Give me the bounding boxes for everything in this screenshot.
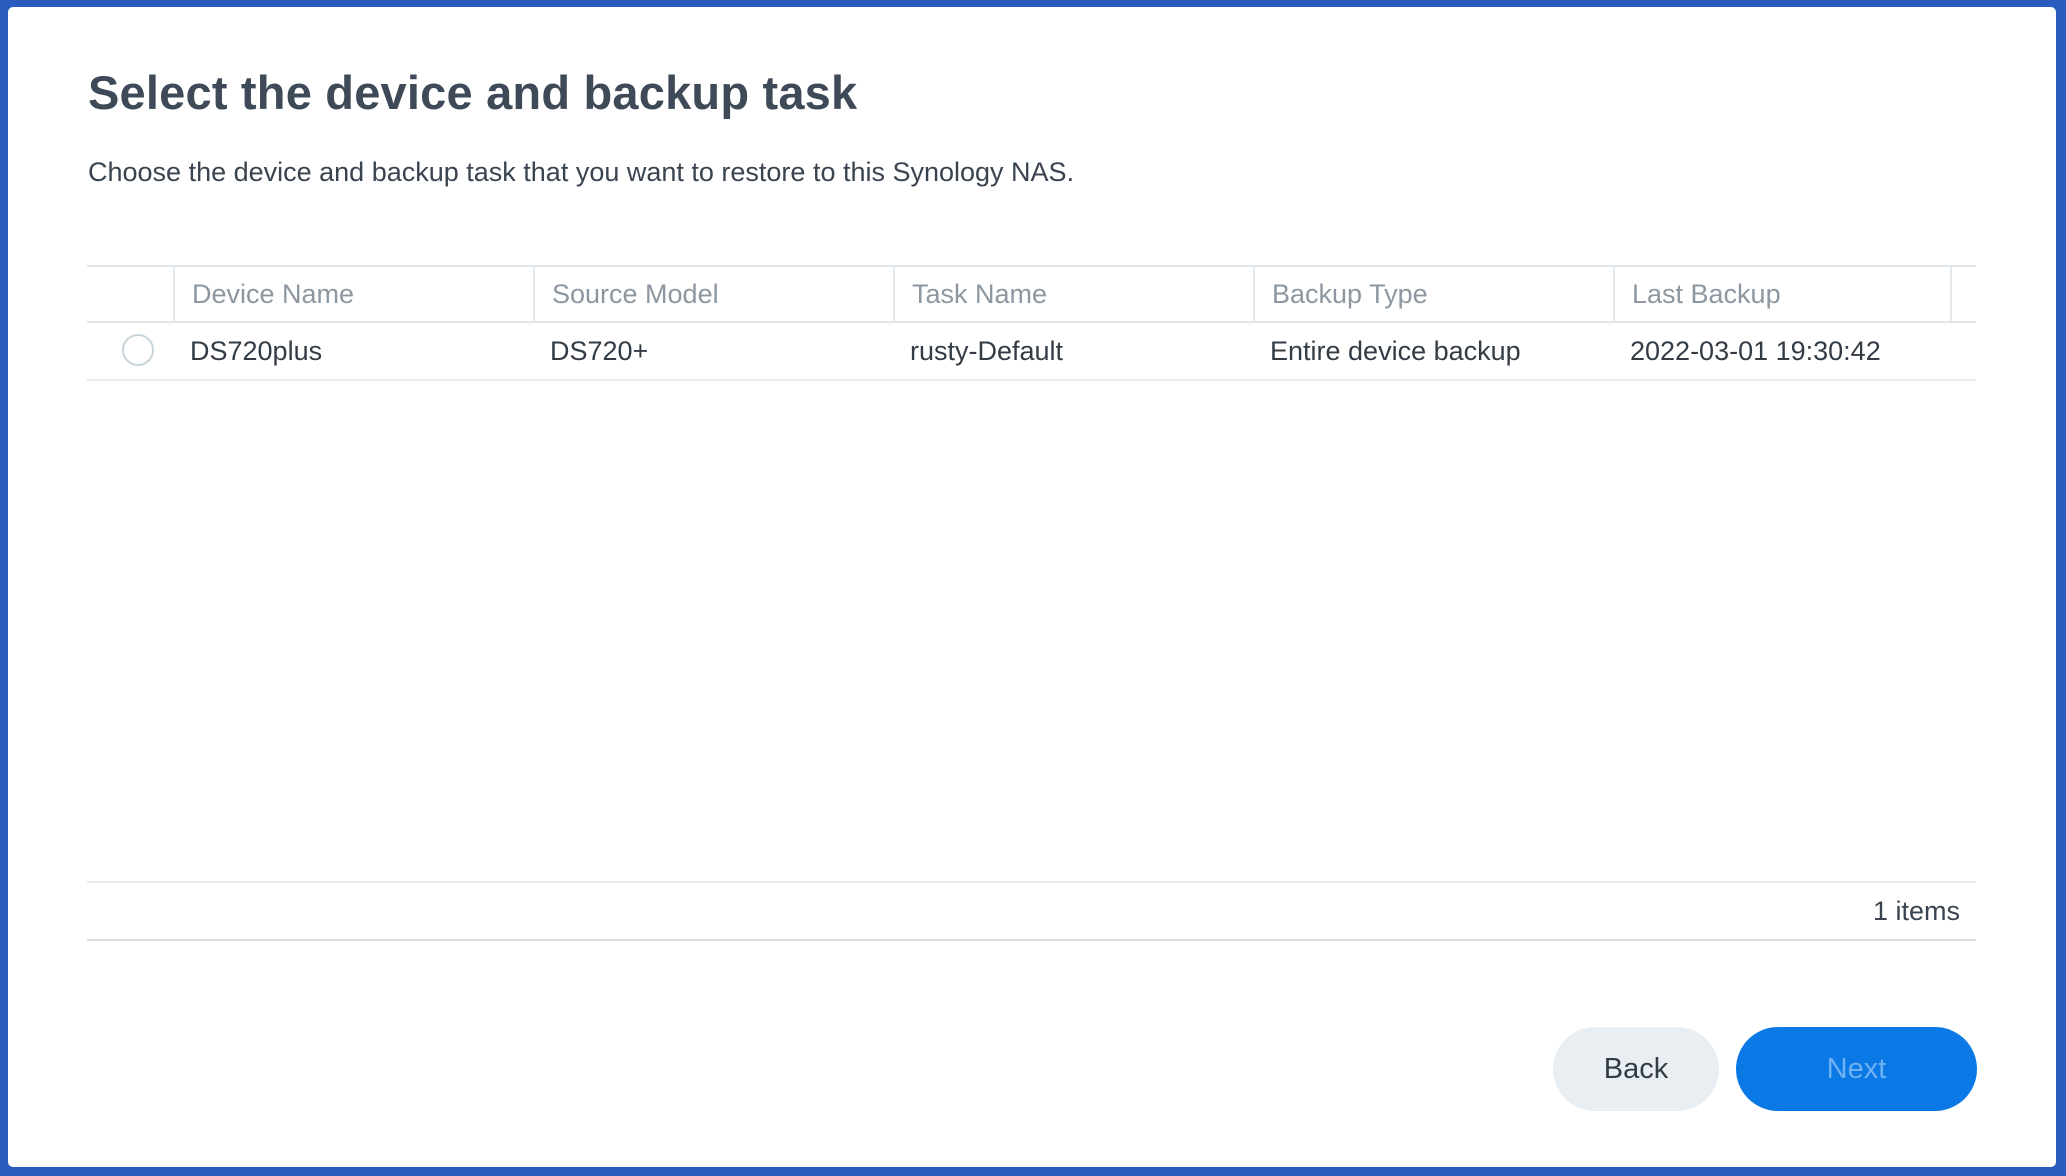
column-header-device-name[interactable]: Device Name bbox=[173, 267, 533, 321]
table-header: Device Name Source Model Task Name Backu… bbox=[87, 265, 1976, 323]
cell-device-name: DS720plus bbox=[190, 336, 323, 366]
backup-task-table: Device Name Source Model Task Name Backu… bbox=[87, 265, 1976, 941]
column-header-last-backup[interactable]: Last Backup bbox=[1613, 267, 1941, 321]
cell-task-name: rusty-Default bbox=[910, 336, 1064, 366]
restore-wizard-dialog: Select the device and backup task Choose… bbox=[8, 7, 2056, 1167]
row-select-radio[interactable] bbox=[122, 334, 154, 366]
column-divider bbox=[1950, 267, 1952, 321]
column-header-task-name[interactable]: Task Name bbox=[893, 267, 1253, 321]
page-subtitle: Choose the device and backup task that y… bbox=[88, 157, 1075, 187]
cell-source-model: DS720+ bbox=[550, 336, 649, 366]
table-footer: 1 items bbox=[87, 881, 1976, 941]
column-header-backup-type[interactable]: Backup Type bbox=[1253, 267, 1613, 321]
page-title: Select the device and backup task bbox=[88, 66, 858, 119]
item-count: 1 items bbox=[1872, 896, 1960, 926]
table-row[interactable]: DS720plus DS720+ rusty-Default Entire de… bbox=[87, 323, 1976, 381]
next-button[interactable]: Next bbox=[1736, 1027, 1977, 1111]
cell-last-backup: 2022-03-01 19:30:42 bbox=[1630, 336, 1881, 366]
cell-backup-type: Entire device backup bbox=[1270, 336, 1521, 366]
column-header-source-model[interactable]: Source Model bbox=[533, 267, 893, 321]
back-button[interactable]: Back bbox=[1553, 1027, 1719, 1111]
